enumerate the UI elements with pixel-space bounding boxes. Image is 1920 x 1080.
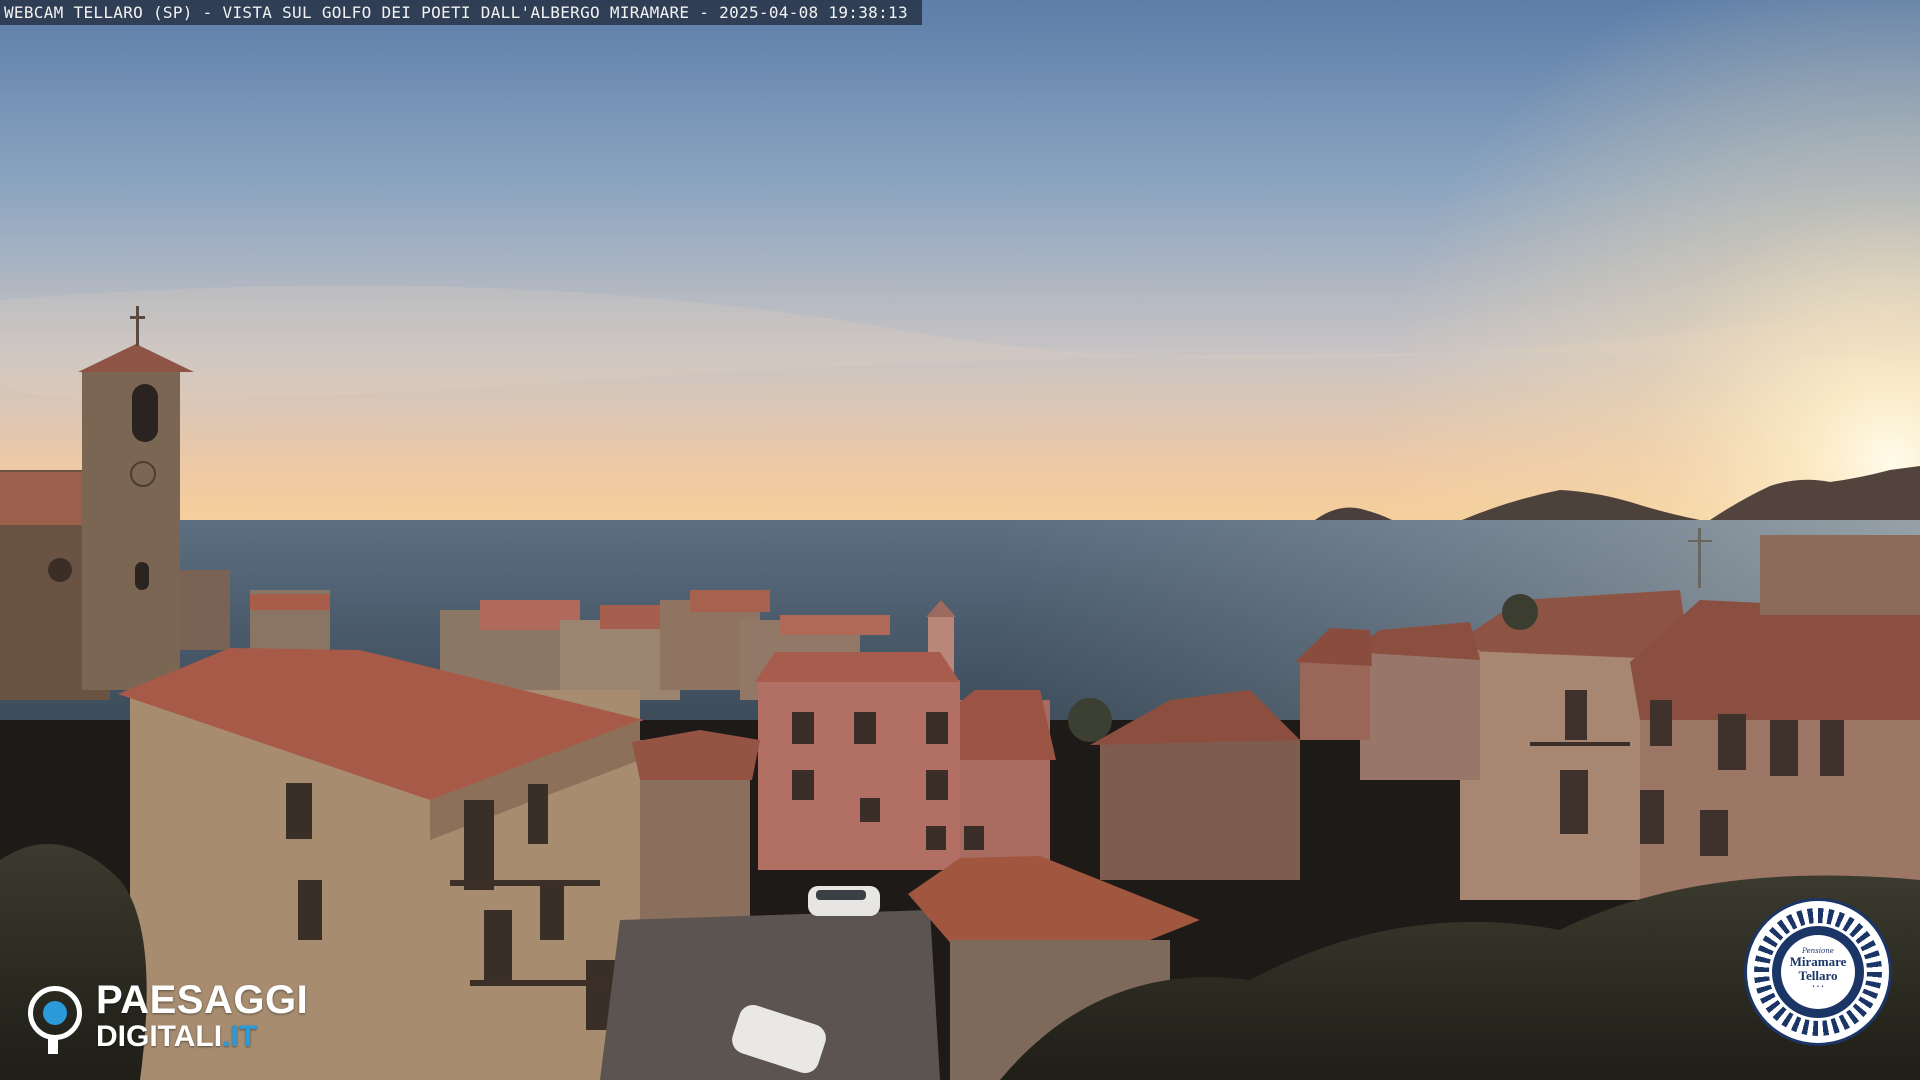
logo-line2-main: DIGITALI xyxy=(96,1020,223,1053)
bell-tower xyxy=(82,370,180,690)
right-house-cream xyxy=(1460,640,1640,900)
logo-line2: DIGITALI.IT xyxy=(96,1022,308,1052)
badge-disc: Pensione Miramare Tellaro • • • xyxy=(1781,935,1855,1009)
badge-inner-ring: Pensione Miramare Tellaro • • • xyxy=(1769,923,1867,1021)
miramare-tellaro-badge: Pensione Miramare Tellaro • • • xyxy=(1744,898,1892,1046)
badge-name: Miramare xyxy=(1789,954,1847,969)
webcam-scene xyxy=(0,0,1920,1080)
badge-place: Tellaro xyxy=(1798,967,1838,983)
eye-icon xyxy=(28,986,82,1054)
logo-text: PAESAGGI DIGITALI.IT xyxy=(96,980,308,1052)
logo-line1: PAESAGGI xyxy=(96,978,309,1022)
webcam-caption: WEBCAM TELLARO (SP) - VISTA SUL GOLFO DE… xyxy=(0,0,922,25)
paesaggi-digitali-logo[interactable]: PAESAGGI DIGITALI.IT xyxy=(28,980,348,1054)
badge-dots-icon: • • • xyxy=(1811,984,1825,991)
logo-line2-tld: .IT xyxy=(222,1020,258,1053)
